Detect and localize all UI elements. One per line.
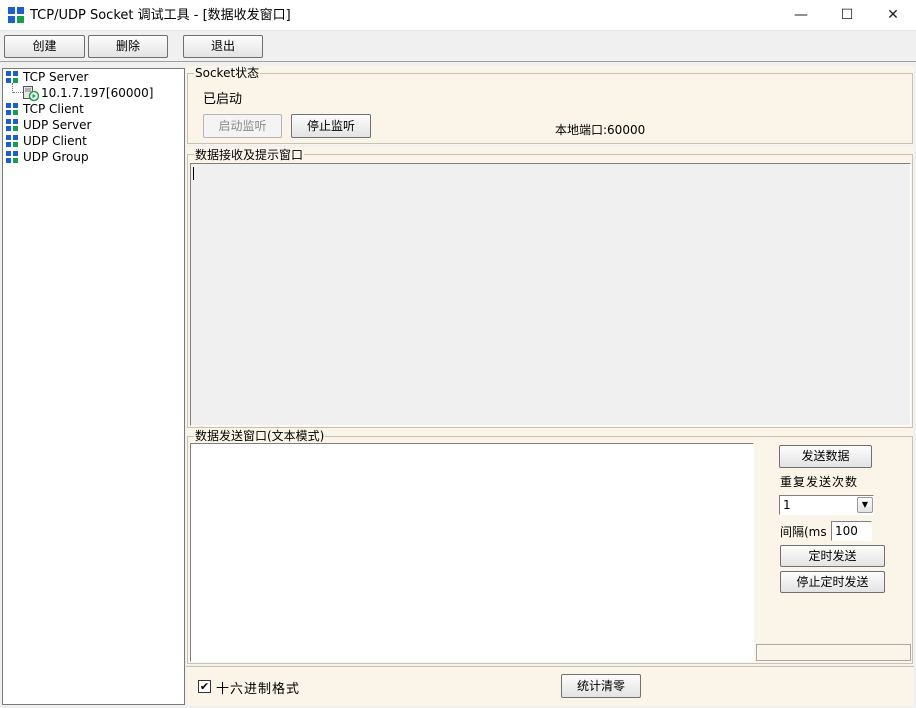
footer-bar: ✔ 十六进制格式 统计清零 [186,666,914,706]
tree-item-udp-server[interactable]: UDP Server [5,117,175,133]
hex-checkbox[interactable]: ✔ [198,680,211,693]
maximize-button[interactable]: ☐ [824,0,870,31]
socket-state-text: 已启动 [203,92,243,107]
interval-label: 间隔(ms [780,525,826,539]
status-field [756,644,911,661]
node-icon [6,103,18,115]
timed-send-button[interactable]: 定时发送 [780,545,885,567]
app-icon [8,7,24,23]
reset-stats-button[interactable]: 统计清零 [561,674,641,698]
text-cursor [193,167,194,180]
tree-item-connection[interactable]: 10.1.7.197[60000] [23,85,173,101]
tree-item-udp-client[interactable]: UDP Client [5,133,175,149]
tree-item-label: TCP Server [23,70,89,84]
socket-status-panel: Socket状态 已启动 启动监听 停止监听 本地端口:60000 [186,66,914,145]
send-panel: 数据发送窗口(文本模式) 发送数据 重复发送次数 1 ▼ 间隔(ms 100 定… [186,429,914,665]
receive-title: 数据接收及提示窗口 [194,148,305,162]
close-button[interactable]: ✕ [870,0,916,31]
minimize-button[interactable]: — [778,0,824,31]
tree-item-label: TCP Client [23,102,84,116]
tree-item-label: UDP Client [23,134,87,148]
stop-listen-button[interactable]: 停止监听 [291,114,371,138]
window-title: TCP/UDP Socket 调试工具 - [数据收发窗口] [30,8,291,23]
tree-item-udp-group[interactable]: UDP Group [5,149,175,165]
tree-item-label: UDP Server [23,118,92,132]
hex-format-label: 十六进制格式 [216,682,301,697]
socket-tree: TCP Server 10.1.7.197[60000] TCP Client … [2,68,185,705]
send-title: 数据发送窗口(文本模式) [194,429,326,443]
node-icon [6,119,18,131]
receive-textarea[interactable] [190,163,911,426]
receive-panel: 数据接收及提示窗口 [186,147,914,429]
node-icon [6,151,18,163]
title-bar: TCP/UDP Socket 调试工具 - [数据收发窗口] — ☐ ✕ [0,0,916,31]
node-icon [6,71,18,83]
toolbar: 创建 删除 退出 [0,32,916,62]
repeat-count-select[interactable]: 1 ▼ [779,495,874,515]
tree-item-label: UDP Group [23,150,89,164]
tree-connector [13,92,23,94]
repeat-count-value: 1 [783,498,791,512]
exit-button[interactable]: 退出 [183,35,263,58]
create-button[interactable]: 创建 [4,35,85,58]
send-textarea[interactable] [190,443,754,662]
tree-item-tcp-client[interactable]: TCP Client [5,101,175,117]
tree-item-label: 10.1.7.197[60000] [41,85,154,101]
node-icon [6,135,18,147]
chevron-down-icon[interactable]: ▼ [857,497,873,513]
interval-value: 100 [835,524,858,538]
delete-button[interactable]: 删除 [88,35,168,58]
tree-item-tcp-server[interactable]: TCP Server [5,69,175,85]
stop-timed-send-button[interactable]: 停止定时发送 [780,571,885,593]
interval-input[interactable]: 100 [831,521,872,541]
start-listen-button[interactable]: 启动监听 [203,114,282,138]
listening-server-icon [23,86,39,101]
repeat-count-label: 重复发送次数 [780,475,859,489]
socket-status-title: Socket状态 [194,66,261,80]
send-data-button[interactable]: 发送数据 [779,445,872,468]
local-port-label: 本地端口:60000 [555,123,646,137]
